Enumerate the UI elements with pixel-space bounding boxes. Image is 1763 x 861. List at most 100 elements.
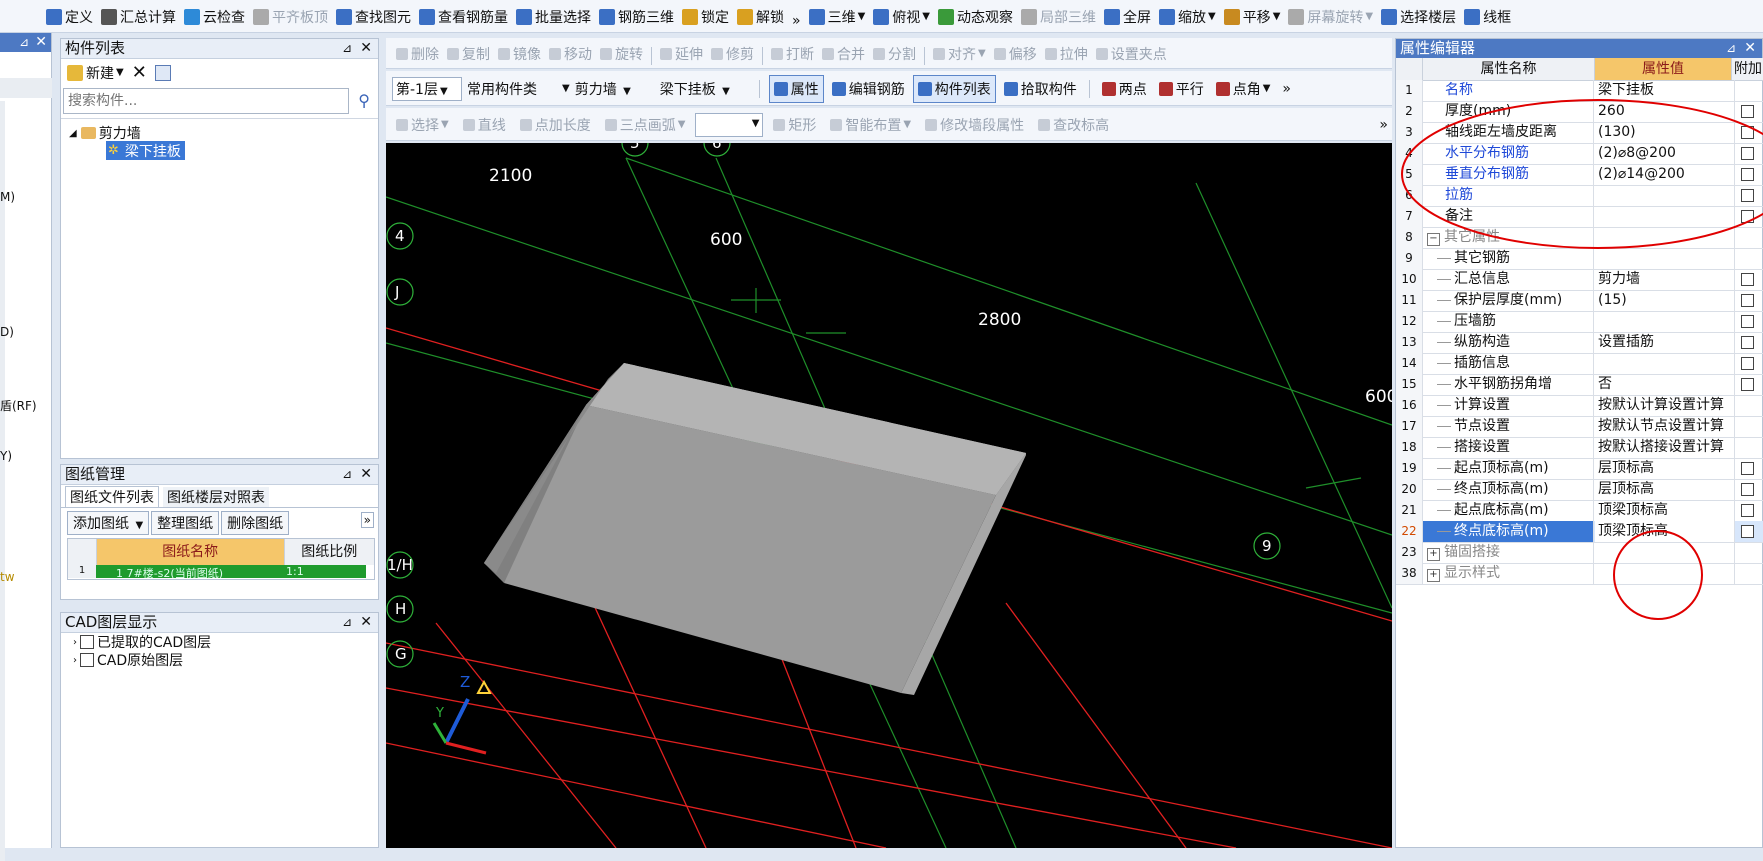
property-value-cell[interactable]: 设置插筋	[1595, 332, 1735, 353]
extra-checkbox[interactable]	[1741, 189, 1754, 202]
toolbar1-button-9[interactable]: 解锁	[733, 0, 788, 32]
toolbar3-more-icon[interactable]: »	[1278, 81, 1295, 97]
extra-checkbox[interactable]	[1741, 378, 1754, 391]
close-icon[interactable]: ✕	[1744, 39, 1756, 58]
drawing-table-row[interactable]: 1 1 7#楼-s2(当前图纸) 1:1	[68, 565, 374, 578]
toolbar-more-icon[interactable]: »	[788, 4, 805, 32]
property-row[interactable]: 14 插筋信息	[1396, 353, 1763, 375]
drawing-canvas[interactable]: 2100 600 2800 600 5 6 4 J 1/H H G 9 Z Y	[386, 143, 1392, 848]
property-row[interactable]: 8− 其它属性	[1396, 227, 1763, 249]
edit-button-10[interactable]: 对齐 ▼	[929, 38, 990, 68]
draw-tool-4[interactable]: 矩形	[769, 108, 820, 140]
property-value-cell[interactable]: 剪力墙	[1595, 269, 1735, 290]
extra-checkbox[interactable]	[1741, 273, 1754, 286]
edit-button-1[interactable]: 复制	[443, 38, 494, 68]
toolbar1-button-12[interactable]: 动态观察	[934, 0, 1017, 32]
property-value-cell[interactable]	[1595, 227, 1735, 248]
property-row[interactable]: 9 其它钢筋	[1396, 248, 1763, 270]
pin-icon[interactable]: ⊿	[19, 33, 29, 52]
property-value-cell[interactable]	[1595, 185, 1735, 206]
component-tool-3[interactable]: 拾取构件	[1000, 76, 1081, 102]
property-row[interactable]: 21 起点底标高(m) 顶梁顶标高	[1396, 500, 1763, 522]
checkbox[interactable]	[80, 635, 94, 649]
toolbar1-button-4[interactable]: 查找图元	[332, 0, 415, 32]
property-row[interactable]: 3 轴线距左墙皮距离 (130)	[1396, 122, 1763, 144]
property-value-cell[interactable]: (130)	[1595, 122, 1735, 143]
extra-checkbox[interactable]	[1741, 462, 1754, 475]
col-drawing-name[interactable]: 图纸名称	[96, 539, 285, 565]
toolbar1-button-5[interactable]: 查看钢筋量	[415, 0, 512, 32]
toolbar1-button-2[interactable]: 云检查	[180, 0, 249, 32]
extra-checkbox[interactable]	[1741, 336, 1754, 349]
search-input[interactable]	[63, 88, 349, 114]
expand-collapse-icon[interactable]: +	[1427, 569, 1440, 582]
property-value-cell[interactable]: 按默认节点设置计算	[1595, 416, 1735, 437]
toolbar1-button-16[interactable]: 平移 ▼	[1220, 0, 1285, 32]
extra-checkbox[interactable]	[1741, 357, 1754, 370]
expand-collapse-icon[interactable]: −	[1427, 233, 1440, 246]
pin-icon[interactable]: ⊿	[342, 465, 352, 484]
draw-tool-3[interactable]: 三点画弧 ▼	[601, 108, 690, 140]
property-row[interactable]: 10 汇总信息 剪力墙	[1396, 269, 1763, 291]
property-row[interactable]: 19 起点顶标高(m) 层顶标高	[1396, 458, 1763, 480]
close-icon[interactable]: ✕	[35, 33, 47, 52]
cad-layer-item-extracted[interactable]: › 已提取的CAD图层	[61, 633, 378, 651]
component-tool-5[interactable]: 平行	[1155, 76, 1208, 102]
toolbar1-button-19[interactable]: 线框	[1460, 0, 1515, 32]
property-value-cell[interactable]: (2)⌀8@200	[1595, 143, 1735, 164]
edit-button-6[interactable]: 修剪	[707, 38, 758, 68]
search-icon[interactable]: ⚲	[358, 91, 370, 110]
delete-drawing-button[interactable]: 删除图纸	[221, 511, 290, 535]
extra-checkbox[interactable]	[1741, 210, 1754, 223]
property-row[interactable]: 1 名称 梁下挂板	[1396, 80, 1763, 102]
tree-node-beam-hanging-panel[interactable]: ✲ 梁下挂板	[106, 141, 185, 160]
edit-button-0[interactable]: 删除	[392, 38, 443, 68]
property-value-cell[interactable]: 层顶标高	[1595, 458, 1735, 479]
property-value-cell[interactable]: 按默认计算设置计算	[1595, 395, 1735, 416]
property-row[interactable]: 18 搭接设置 按默认搭接设置计算	[1396, 437, 1763, 459]
extra-checkbox[interactable]	[1741, 525, 1754, 538]
toolbar1-button-3[interactable]: 平齐板顶	[249, 0, 332, 32]
property-row[interactable]: 13 纵筋构造 设置插筋	[1396, 332, 1763, 354]
property-value-cell[interactable]	[1595, 353, 1735, 374]
edit-button-2[interactable]: 镜像	[494, 38, 545, 68]
draw-tool-1[interactable]: 直线	[459, 108, 510, 140]
edit-button-11[interactable]: 偏移	[990, 38, 1041, 68]
draw-tool-5[interactable]: 智能布置 ▼	[826, 108, 915, 140]
extra-checkbox[interactable]	[1741, 105, 1754, 118]
property-value-cell[interactable]: 梁下挂板	[1595, 80, 1735, 101]
property-value-cell[interactable]	[1595, 311, 1735, 332]
close-icon[interactable]: ✕	[360, 39, 372, 58]
property-row[interactable]: 11 保护层厚度(mm) (15)	[1396, 290, 1763, 312]
pin-icon[interactable]: ⊿	[342, 39, 352, 58]
extra-checkbox[interactable]	[1741, 147, 1754, 160]
property-value-cell[interactable]: (2)⌀14@200	[1595, 164, 1735, 185]
checkbox[interactable]	[80, 653, 94, 667]
close-icon[interactable]: ✕	[360, 465, 372, 484]
expand-icon[interactable]: ›	[73, 655, 77, 666]
draw-tool-7[interactable]: 查改标高	[1034, 108, 1113, 140]
toolbar1-button-13[interactable]: 局部三维	[1017, 0, 1100, 32]
property-row[interactable]: 22 终点底标高(m) 顶梁顶标高	[1396, 521, 1763, 543]
collapse-icon[interactable]: ◢	[69, 128, 77, 139]
draw-tool-6[interactable]: 修改墙段属性	[921, 108, 1028, 140]
property-value-cell[interactable]: 260	[1595, 101, 1735, 122]
property-row[interactable]: 16 计算设置 按默认计算设置计算	[1396, 395, 1763, 417]
edit-button-7[interactable]: 打断	[767, 38, 818, 68]
more-icon[interactable]: »	[360, 512, 374, 528]
property-row[interactable]: 12 压墙筋	[1396, 311, 1763, 333]
property-row[interactable]: 5 垂直分布钢筋 (2)⌀14@200	[1396, 164, 1763, 186]
draw-tool-0[interactable]: 选择 ▼	[392, 108, 453, 140]
arc-mode-select[interactable]: ▼	[695, 112, 764, 137]
property-row[interactable]: 20 终点顶标高(m) 层顶标高	[1396, 479, 1763, 501]
property-value-cell[interactable]	[1595, 248, 1735, 269]
extra-checkbox[interactable]	[1741, 294, 1754, 307]
close-icon[interactable]: ✕	[360, 613, 372, 632]
property-value-cell[interactable]: 顶梁顶标高	[1595, 521, 1735, 542]
toolbar1-button-10[interactable]: 三维 ▼	[805, 0, 870, 32]
edit-button-12[interactable]: 拉伸	[1041, 38, 1092, 68]
toolbar1-button-15[interactable]: 缩放 ▼	[1155, 0, 1220, 32]
col-property-name[interactable]: 属性名称	[1423, 58, 1595, 80]
property-value-cell[interactable]: 顶梁顶标高	[1595, 500, 1735, 521]
component-tool-1[interactable]: 编辑钢筋	[828, 76, 909, 102]
